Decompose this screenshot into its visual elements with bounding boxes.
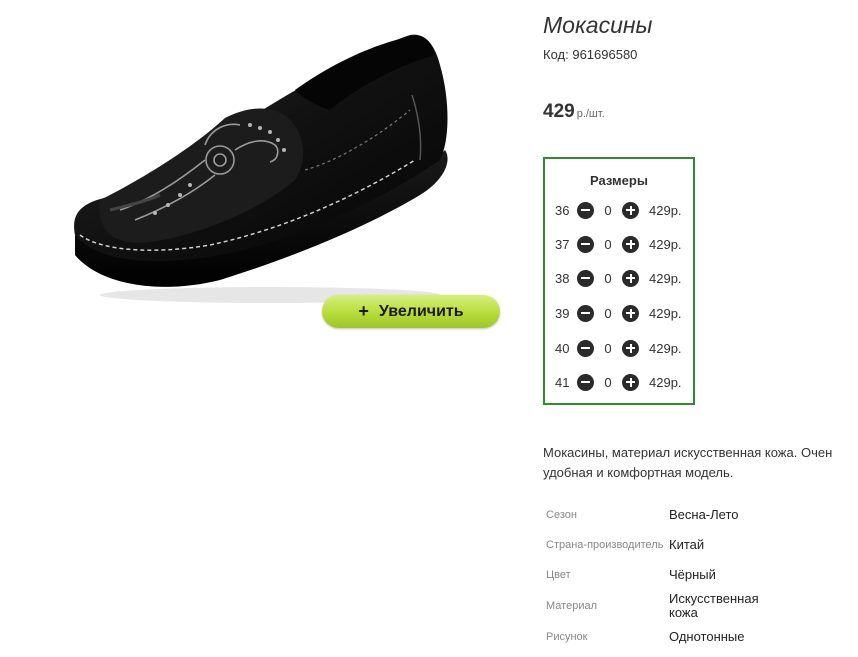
minus-icon[interactable] xyxy=(577,339,594,357)
sizes-panel: Размеры 36 0 429р. 37 0 429р. 38 0 429р.… xyxy=(543,157,695,405)
minus-icon[interactable] xyxy=(577,373,594,391)
size-row: 36 0 429р. xyxy=(555,200,682,220)
quantity-value: 0 xyxy=(604,202,612,218)
size-number: 36 xyxy=(555,202,570,218)
attribute-value: Чёрный xyxy=(669,567,716,582)
zoom-button-label: Увеличить xyxy=(378,302,464,320)
quantity-value: 0 xyxy=(604,270,612,286)
attribute-name: Рисунок xyxy=(546,631,588,643)
table-row: Цвет Чёрный xyxy=(543,565,779,585)
price-unit: р./шт. xyxy=(576,108,605,120)
product-sku: Код: 961696580 xyxy=(543,47,637,62)
price-amount: 429 xyxy=(543,101,575,122)
plus-icon[interactable] xyxy=(622,201,639,219)
product-image[interactable] xyxy=(40,10,480,310)
minus-icon[interactable] xyxy=(577,304,594,322)
quantity-value: 0 xyxy=(604,236,612,252)
product-price: 429 р./шт. xyxy=(543,101,605,123)
minus-icon[interactable] xyxy=(577,235,594,253)
attribute-value: Весна-Лето xyxy=(669,507,739,522)
size-price: 429р. xyxy=(649,374,682,390)
zoom-button[interactable]: + Увеличить xyxy=(322,295,500,328)
product-title: Мокасины xyxy=(543,12,653,38)
size-number: 39 xyxy=(555,305,570,321)
size-price: 429р. xyxy=(649,202,682,218)
attribute-value: Китай xyxy=(669,537,705,552)
quantity-value: 0 xyxy=(604,340,612,356)
table-row: Рисунок Однотонные xyxy=(543,627,779,647)
sku-label: Код: xyxy=(543,47,569,62)
plus-icon[interactable] xyxy=(622,269,639,287)
size-number: 37 xyxy=(555,236,570,252)
attribute-value: Искусственная кожа xyxy=(669,591,759,620)
size-row: 40 0 429р. xyxy=(555,338,682,358)
attribute-name: Материал xyxy=(546,600,597,612)
attribute-name: Сезон xyxy=(546,509,577,521)
size-number: 40 xyxy=(555,340,570,356)
size-price: 429р. xyxy=(649,305,682,321)
table-row: Сезон Весна-Лето xyxy=(543,505,779,525)
table-row: Материал Искусственная кожа xyxy=(543,585,779,627)
table-row: Страна-производитель Китай xyxy=(543,525,779,565)
size-row: 39 0 429р. xyxy=(555,303,682,323)
attributes-table: Сезон Весна-Лето Страна-производитель Ки… xyxy=(543,505,779,647)
plus-icon[interactable] xyxy=(622,339,639,357)
size-price: 429р. xyxy=(649,270,682,286)
minus-icon[interactable] xyxy=(577,269,594,287)
sizes-title: Размеры xyxy=(590,173,648,188)
plus-icon: + xyxy=(358,301,369,321)
size-number: 38 xyxy=(555,270,570,286)
plus-icon[interactable] xyxy=(622,304,639,322)
size-price: 429р. xyxy=(649,340,682,356)
attribute-value: Однотонные xyxy=(669,629,745,644)
size-number: 41 xyxy=(555,374,570,390)
attribute-name: Цвет xyxy=(546,569,571,581)
attribute-name: Страна-производитель xyxy=(546,539,664,551)
sku-value: 961696580 xyxy=(572,47,638,62)
quantity-value: 0 xyxy=(604,305,612,321)
size-price: 429р. xyxy=(649,236,682,252)
plus-icon[interactable] xyxy=(622,373,639,391)
plus-icon[interactable] xyxy=(622,235,639,253)
size-row: 37 0 429р. xyxy=(555,234,682,254)
product-description: Мокасины, материал искусственная кожа. О… xyxy=(543,445,833,480)
minus-icon[interactable] xyxy=(577,201,594,219)
size-row: 41 0 429р. xyxy=(555,372,682,392)
quantity-value: 0 xyxy=(604,374,612,390)
size-row: 38 0 429р. xyxy=(555,268,682,288)
